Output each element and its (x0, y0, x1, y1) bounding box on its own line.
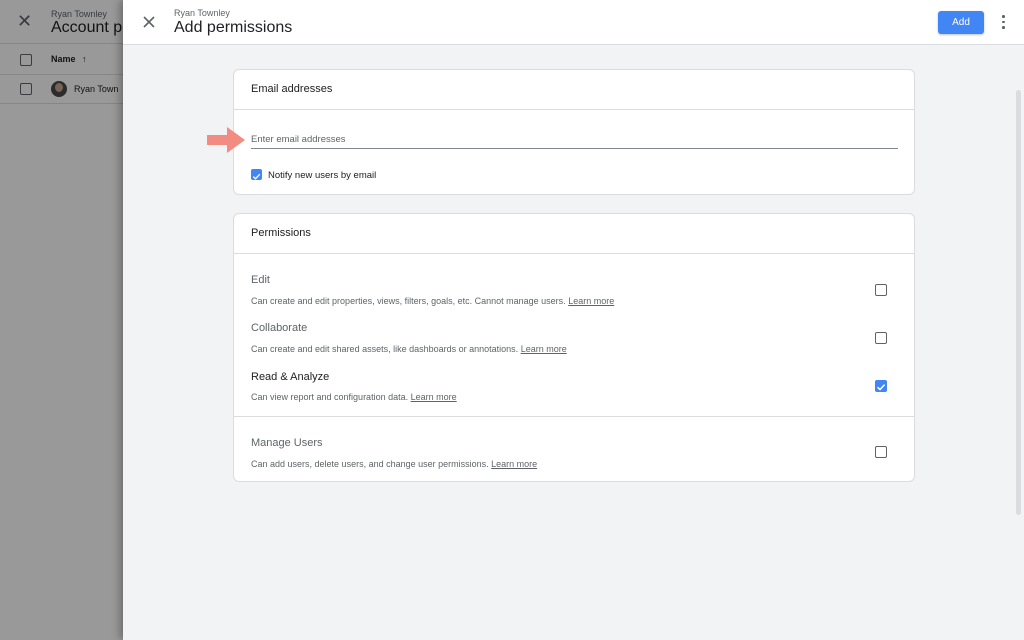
divider (234, 253, 914, 254)
permission-edit-checkbox[interactable] (875, 284, 887, 296)
notify-label: Notify new users by email (268, 170, 377, 181)
more-vert-icon[interactable] (997, 13, 1009, 31)
email-input[interactable] (251, 131, 898, 149)
panel-header: Ryan Townley Add permissions Add (123, 0, 1024, 45)
permission-edit-title: Edit (251, 274, 270, 286)
email-card-title: Email addresses (251, 83, 333, 95)
permission-collaborate-description: Can create and edit shared assets, like … (251, 344, 567, 354)
permissions-card: Permissions Edit Can create and edit pro… (233, 213, 915, 482)
learn-more-link[interactable]: Learn more (521, 344, 567, 354)
learn-more-link[interactable]: Learn more (568, 296, 614, 306)
notify-checkbox[interactable] (251, 169, 262, 180)
permissions-card-title: Permissions (251, 227, 311, 239)
add-permissions-panel: Ryan Townley Add permissions Add Email a… (123, 0, 1024, 640)
learn-more-link[interactable]: Learn more (491, 459, 537, 469)
permission-manage-users-title: Manage Users (251, 437, 323, 449)
pointer-arrow-icon (207, 127, 245, 153)
learn-more-link[interactable]: Learn more (411, 392, 457, 402)
permission-collaborate-checkbox[interactable] (875, 332, 887, 344)
close-icon[interactable] (140, 13, 158, 31)
scrollbar[interactable] (1016, 90, 1021, 515)
permission-edit-description: Can create and edit properties, views, f… (251, 296, 615, 306)
add-button[interactable]: Add (938, 11, 984, 34)
permission-manage-users-description: Can add users, delete users, and change … (251, 459, 538, 469)
permission-read-analyze-description: Can view report and configuration data. … (251, 392, 457, 402)
permission-read-analyze-title: Read & Analyze (251, 371, 330, 383)
divider (234, 109, 914, 110)
permission-read-analyze-checkbox[interactable] (875, 380, 887, 392)
divider (234, 416, 914, 417)
account-name: Ryan Townley (174, 8, 230, 18)
permission-manage-users-checkbox[interactable] (875, 446, 887, 458)
email-addresses-card: Email addresses Notify new users by emai… (233, 69, 915, 195)
permission-collaborate-title: Collaborate (251, 322, 308, 334)
page-title: Add permissions (174, 19, 293, 36)
